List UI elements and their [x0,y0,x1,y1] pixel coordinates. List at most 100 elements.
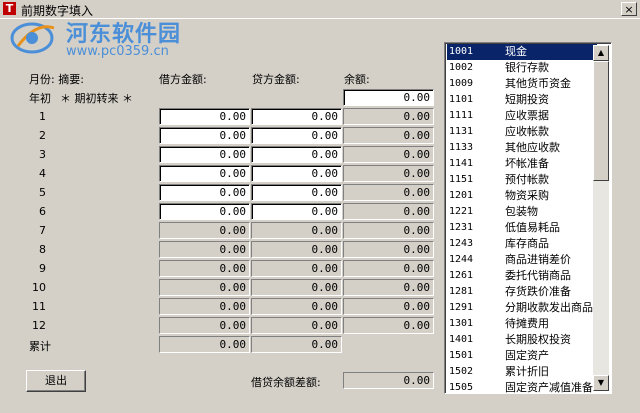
account-list-item[interactable]: 1001 现金 [447,44,597,60]
difference-label: 借贷余额差额: [251,376,321,389]
month-credit-input[interactable]: 0.00 [251,165,342,182]
account-list-item[interactable]: 1151 预付帐款 [447,172,597,188]
account-code: 1243 [449,238,474,249]
account-code: 1131 [449,126,474,137]
arrow-down-icon: ▼ [597,378,605,387]
account-code: 1151 [449,174,474,185]
month-debit-input: 0.00 [159,298,250,315]
account-name: 委托代销商品 [505,269,571,282]
account-code: 1261 [449,270,474,281]
month-credit-input: 0.00 [251,222,342,239]
month-debit-input[interactable]: 0.00 [159,108,250,125]
account-name: 分期收款发出商品 [505,301,593,314]
month-label: 1 [39,110,46,123]
account-name: 长期股权投资 [505,333,571,346]
account-name: 应收帐款 [505,125,549,138]
account-list-item[interactable]: 1261 委托代销商品 [447,268,597,284]
account-code: 1231 [449,222,474,233]
account-list-item[interactable]: 1009 其他货币资金 [447,76,597,92]
account-name: 预付帐款 [505,173,549,186]
header-balance: 余额: [344,73,370,86]
account-list-item[interactable]: 1301 待摊费用 [447,316,597,332]
month-label: 2 [39,129,46,142]
account-list-item[interactable]: 1201 物资采购 [447,188,597,204]
watermark-logo [10,22,55,54]
account-list-item[interactable]: 1221 包装物 [447,204,597,220]
account-list-item[interactable]: 1401 长期股权投资 [447,332,597,348]
month-debit-input[interactable]: 0.00 [159,127,250,144]
account-code: 1111 [449,110,474,121]
account-name: 固定资产 [505,349,549,362]
month-balance: 0.00 [343,203,434,220]
month-label: 4 [39,167,46,180]
account-code: 1002 [449,62,474,73]
month-balance: 0.00 [343,127,434,144]
account-list-item[interactable]: 1101 短期投资 [447,92,597,108]
account-list[interactable]: 1001 现金 1002 银行存款 1009 其他货币资金 1101 短期投资 1111 应收票据… [444,42,612,394]
month-balance: 0.00 [343,279,434,296]
account-list-item[interactable]: 1133 其他应收款 [447,140,597,156]
month-balance: 0.00 [343,241,434,258]
account-list-item[interactable]: 1111 应收票据 [447,108,597,124]
account-name: 库存商品 [505,237,549,250]
account-list-item[interactable]: 1002 银行存款 [447,60,597,76]
close-button[interactable]: × [621,2,637,16]
month-balance: 0.00 [343,108,434,125]
month-label: 9 [39,262,46,275]
account-list-item[interactable]: 1502 累计折旧 [447,364,597,380]
month-label: 12 [32,319,46,332]
month-credit-input[interactable]: 0.00 [251,108,342,125]
watermark-url: www.pc0359.cn [66,44,169,59]
scroll-thumb[interactable] [593,61,609,181]
exit-button[interactable]: 退出 [26,370,86,392]
account-name: 坏帐准备 [505,157,549,170]
app-icon: T [3,2,16,15]
month-label: 10 [32,281,46,294]
month-credit-input: 0.00 [251,260,342,277]
account-list-item[interactable]: 1505 固定资产减值准备 [447,380,597,393]
account-list-item[interactable]: 1291 分期收款发出商品 [447,300,597,316]
month-debit-input[interactable]: 0.00 [159,184,250,201]
account-list-item[interactable]: 1131 应收帐款 [447,124,597,140]
month-debit-input: 0.00 [159,241,250,258]
month-balance: 0.00 [343,298,434,315]
arrow-up-icon: ▲ [597,48,605,57]
month-credit-input[interactable]: 0.00 [251,127,342,144]
account-code: 1244 [449,254,474,265]
account-code: 1101 [449,94,474,105]
account-list-item[interactable]: 1243 库存商品 [447,236,597,252]
account-name: 待摊费用 [505,317,549,330]
month-credit-input: 0.00 [251,298,342,315]
month-debit-input[interactable]: 0.00 [159,146,250,163]
account-name: 商品进销差价 [505,253,571,266]
account-code: 1401 [449,334,474,345]
totals-debit: 0.00 [159,336,250,353]
scroll-down-button[interactable]: ▼ [593,375,609,391]
month-balance: 0.00 [343,260,434,277]
month-debit-input[interactable]: 0.00 [159,203,250,220]
account-code: 1505 [449,382,474,393]
difference-value: 0.00 [343,372,434,389]
account-list-item[interactable]: 1231 低值易耗品 [447,220,597,236]
month-label: 8 [39,243,46,256]
account-list-item[interactable]: 1281 存货跌价准备 [447,284,597,300]
totals-label: 累计 [29,340,51,353]
account-list-item[interactable]: 1244 商品进销差价 [447,252,597,268]
month-debit-input: 0.00 [159,279,250,296]
opening-balance-input[interactable]: 0.00 [343,89,434,106]
account-list-item[interactable]: 1141 坏帐准备 [447,156,597,172]
opening-label: 年初 [29,92,51,105]
month-balance: 0.00 [343,146,434,163]
account-code: 1281 [449,286,474,297]
month-credit-input[interactable]: 0.00 [251,146,342,163]
account-name: 短期投资 [505,93,549,106]
scroll-up-button[interactable]: ▲ [593,45,609,61]
account-list-item[interactable]: 1501 固定资产 [447,348,597,364]
month-credit-input[interactable]: 0.00 [251,184,342,201]
month-credit-input[interactable]: 0.00 [251,203,342,220]
month-balance: 0.00 [343,222,434,239]
header-month-summary: 月份: 摘要: [29,73,84,86]
month-label: 3 [39,148,46,161]
month-debit-input[interactable]: 0.00 [159,165,250,182]
account-list-scrollbar[interactable]: ▲ ▼ [593,45,609,391]
